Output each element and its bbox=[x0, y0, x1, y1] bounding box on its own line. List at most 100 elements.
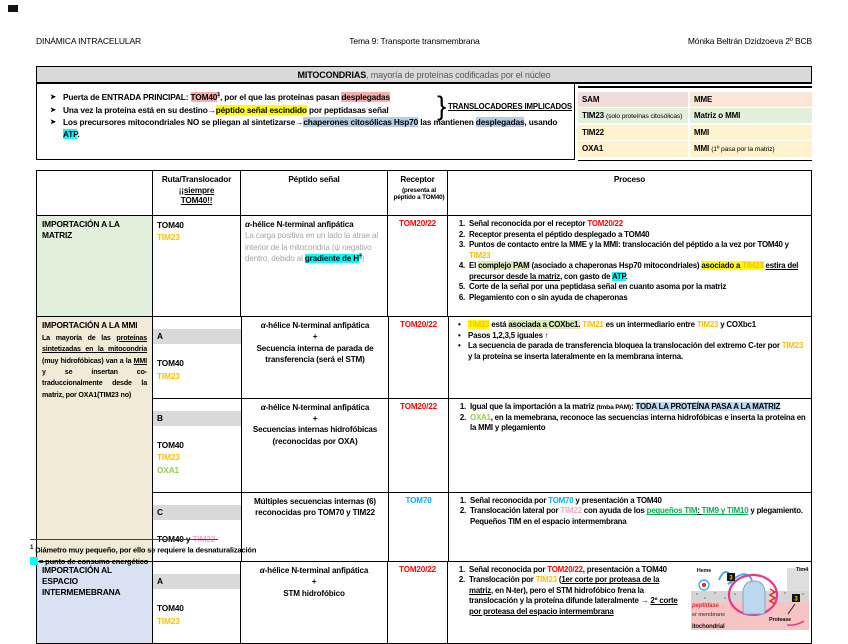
label-protease: Protease bbox=[769, 617, 791, 623]
cell-mmi-a-proceso: TIM23 está asociada a COXbc1. TIM21 es u… bbox=[448, 317, 811, 398]
proceso-step: El complejo PAM (asociado a chaperonas H… bbox=[467, 261, 807, 282]
table-row: TIM22 MMI bbox=[578, 125, 812, 140]
footnote-separator bbox=[30, 539, 218, 540]
translocadores-callout: } TRANSLOCADORES IMPLICADOS bbox=[437, 93, 572, 120]
cell-mmi-a-peptido: α-hélice N-terminal anfipática + Secuenc… bbox=[241, 317, 388, 398]
mmi-subrows: A TOM40 TIM23 α-hélice N-terminal anfipá… bbox=[152, 317, 811, 561]
subrow-tag: B bbox=[153, 411, 241, 425]
table-row: OXA1 MMI (1º pasa por la matriz) bbox=[578, 141, 812, 156]
proceso-step: Señal reconocida por TOM20/22, presentac… bbox=[467, 565, 683, 576]
translocase-channel bbox=[743, 581, 765, 614]
subrow-tag: A bbox=[153, 574, 240, 588]
translocadores-label: TRANSLOCADORES IMPLICADOS bbox=[448, 101, 572, 113]
proceso-step: OXA1, en la memebrana, reconoce las secu… bbox=[468, 413, 807, 434]
proceso-step: Translocación lateral por TIM22 con ayud… bbox=[468, 506, 807, 527]
subrow-tag: C bbox=[153, 505, 241, 519]
subrow-mmi-b: B TOM40 TIM23 OXA1 α-hélice N-terminal a… bbox=[153, 398, 811, 492]
mini-cell-destination: MME bbox=[690, 92, 812, 107]
header-empty bbox=[37, 171, 152, 215]
cell-mmi-c-peptido: Múltiples secuencias internas (6) recono… bbox=[241, 493, 388, 561]
cell-mmi-c-receptor: TOM70 bbox=[388, 493, 448, 561]
proceso-step: Igual que la importación a la matriz (tm… bbox=[468, 402, 807, 413]
subrow-mmi-a: A TOM40 TIM23 α-hélice N-terminal anfipá… bbox=[153, 317, 811, 398]
ruta-list: TOM40 TIM23 bbox=[157, 357, 237, 382]
cell-matriz-ruta: TOM40 TIM23 bbox=[152, 216, 240, 316]
cell-mmi-b-proceso: Igual que la importación a la matriz (tm… bbox=[448, 399, 811, 492]
proceso-step: Puntos de contacto entre la MME y la MMI… bbox=[467, 240, 807, 261]
intro-section: ➤ Puerta de ENTRADA PRINCIPAL: TOM401, p… bbox=[36, 84, 812, 170]
cell-matriz-proceso: Señal reconocida por el receptor TOM20/2… bbox=[447, 216, 811, 316]
bullet-arrow-icon: ➤ bbox=[43, 91, 63, 104]
header-ruta: Ruta/Translocador ¡¡siempre TOM40!! bbox=[152, 171, 240, 215]
table-header-row: Ruta/Translocador ¡¡siempre TOM40!! Pépt… bbox=[37, 171, 811, 215]
cell-matriz-receptor: TOM20/22 bbox=[387, 216, 447, 316]
proceso-step: Señal reconocida por el receptor TOM20/2… bbox=[467, 219, 807, 230]
header-proceso: Proceso bbox=[447, 171, 811, 215]
table-row: SAM MME bbox=[578, 92, 812, 107]
proceso-step: Plegamiento con o sin ayuda de chaperona… bbox=[467, 293, 807, 304]
header-author: Mónika Beltrán Dzidzoeva 2º BCB bbox=[688, 36, 812, 46]
bullet-arrow-icon: ➤ bbox=[43, 116, 63, 141]
proceso-note: La secuencia de parada de transferencia … bbox=[468, 341, 807, 362]
label-mitochondrial: itochondrial bbox=[692, 624, 725, 630]
heme-dot bbox=[702, 583, 706, 587]
mini-cell-translocator: TIM23 (solo proteínas citosólicas) bbox=[578, 108, 688, 123]
cell-mmi-c-proceso: Señal reconocida por TOM70 y presentació… bbox=[448, 493, 811, 561]
label-tim: Tim4 bbox=[796, 567, 809, 573]
table-title-bar: MITOCONDRIAS, mayoría de proteínas codif… bbox=[36, 66, 812, 84]
footnote-2: = punto de consumo energético bbox=[30, 556, 256, 567]
cell-mmi-b-ruta: B TOM40 TIM23 OXA1 bbox=[153, 399, 241, 492]
mini-cell-destination: MMI (1º pasa por la matriz) bbox=[690, 141, 812, 156]
intro-bullets-box: ➤ Puerta de ENTRADA PRINCIPAL: TOM401, p… bbox=[36, 84, 575, 160]
cell-matriz-peptido: α-hélice N-terminal anfipática La carga … bbox=[240, 216, 387, 316]
main-table: Ruta/Translocador ¡¡siempre TOM40!! Pépt… bbox=[36, 170, 812, 644]
row-label-espacio: IMPORTACIÓN AL ESPACIO INTERMEMEBRANA bbox=[37, 562, 152, 643]
cell-mmi-b-receptor: TOM20/22 bbox=[388, 399, 448, 492]
header-receptor: Receptor (presenta al péptido a TOM40) bbox=[387, 171, 447, 215]
label-heme: Heme bbox=[697, 568, 711, 574]
mini-cell-destination: Matriz o MMI bbox=[690, 108, 812, 123]
mmi-label-title: IMPORTACIÓN A LA MMI bbox=[42, 320, 147, 331]
cell-mmi-a-receptor: TOM20/22 bbox=[388, 317, 448, 398]
footnotes: 1 Diámetro muy pequeño, por ello se requ… bbox=[30, 539, 256, 567]
row-label-matriz: IMPORTACIÓN A LA MATRIZ bbox=[37, 216, 152, 316]
mini-cell-destination: MMI bbox=[690, 125, 812, 140]
title-rest: , mayoría de proteínas codificadas por e… bbox=[366, 70, 550, 80]
header-topic-title: Tema 9: Transporte transmembrana bbox=[349, 36, 479, 46]
header-course-title: DINÁMICA INTRACELULAR bbox=[36, 36, 141, 46]
proceso-note: TIM23 está asociada a COXbc1. TIM21 es u… bbox=[468, 320, 807, 331]
cell-espacio-proceso: Señal reconocida por TOM20/22, presentac… bbox=[447, 562, 811, 643]
mini-cell-translocator: OXA1 bbox=[578, 141, 688, 156]
proceso-step: Receptor presenta el péptido desplegado … bbox=[467, 230, 807, 241]
brace-icon: } bbox=[437, 93, 446, 120]
bullet-arrow-icon: ➤ bbox=[43, 104, 63, 117]
cell-mmi-b-peptido: α-hélice N-terminal anfipática + Secuenc… bbox=[241, 399, 388, 492]
label-membrane: er membrane bbox=[692, 612, 725, 618]
row-importacion-espacio: IMPORTACIÓN AL ESPACIO INTERMEMEBRANA A … bbox=[37, 561, 811, 643]
mmi-label-note: La mayoría de las proteínas sintetizadas… bbox=[42, 333, 147, 401]
proceso-step: Señal reconocida por TOM70 y presentació… bbox=[468, 496, 807, 507]
translocator-destination-table: SAM MME TIM23 (solo proteínas citosólica… bbox=[578, 86, 812, 161]
cell-espacio-peptido: α-hélice N-terminal anfipática + STM hid… bbox=[240, 562, 387, 643]
corner-mark bbox=[8, 5, 18, 12]
subrow-tag: A bbox=[153, 329, 241, 343]
mini-cell-translocator: TIM22 bbox=[578, 125, 688, 140]
label-peptidase: peptidase bbox=[691, 603, 719, 609]
header-peptido: Péptido señal bbox=[240, 171, 387, 215]
mini-cell-translocator: SAM bbox=[578, 92, 688, 107]
mitochondria-diagram: 3 3 Heme Tim4 peptidase er membrane Prot… bbox=[691, 564, 809, 630]
proceso-step: Corte de la señal por una peptidasa seña… bbox=[467, 282, 807, 293]
ruta-list: TOM40 TIM23 bbox=[157, 602, 236, 627]
cell-espacio-ruta: A TOM40 TIM23 bbox=[152, 562, 240, 643]
row-importacion-mmi: IMPORTACIÓN A LA MMI La mayoría de las p… bbox=[37, 316, 811, 561]
ruta-list: TOM40 TIM23 OXA1 bbox=[157, 439, 237, 476]
proceso-note: Pasos 1,2,3,5 iguales ↑ bbox=[468, 331, 807, 342]
proceso-step: Translocación por TIM23 (1er corte por p… bbox=[467, 575, 683, 617]
cell-mmi-a-ruta: A TOM40 TIM23 bbox=[153, 317, 241, 398]
document-header: DINÁMICA INTRACELULAR Tema 9: Transporte… bbox=[36, 36, 812, 46]
table-row: TIM23 (solo proteínas citosólicas) Matri… bbox=[578, 108, 812, 123]
row-importacion-matriz: IMPORTACIÓN A LA MATRIZ TOM40 TIM23 α-hé… bbox=[37, 215, 811, 316]
row-label-mmi: IMPORTACIÓN A LA MMI La mayoría de las p… bbox=[37, 317, 152, 561]
title-bold: MITOCONDRIAS bbox=[298, 70, 367, 80]
energy-cost-swatch-icon bbox=[30, 557, 38, 565]
